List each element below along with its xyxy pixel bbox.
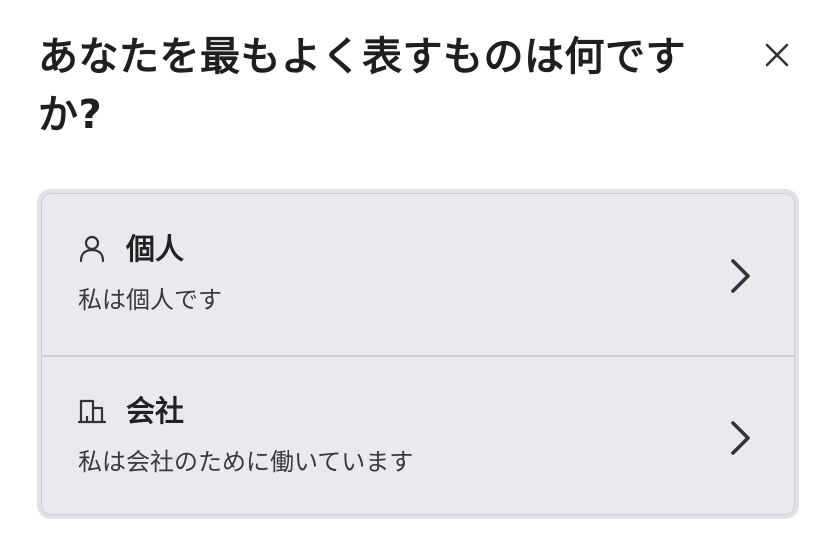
option-company-title: 会社 [126, 394, 185, 428]
option-individual-description: 私は個人です [78, 286, 222, 314]
close-button[interactable] [756, 34, 798, 76]
option-individual-title: 個人 [126, 232, 185, 266]
close-icon [765, 43, 789, 67]
chevron-right-icon [731, 421, 750, 455]
building-icon [78, 399, 106, 424]
options-list: 個人 私は個人です 会社 私は会社のために働いています [41, 193, 795, 515]
option-company-description: 私は会社のために働いています [78, 448, 414, 476]
account-type-dialog: あなたを最もよく表すものは何ですか? 個人 私は個人です 会社 私は会社のために… [0, 0, 826, 544]
option-individual[interactable]: 個人 私は個人です [42, 194, 794, 355]
person-icon [79, 235, 105, 263]
options-card: 個人 私は個人です 会社 私は会社のために働いています [37, 189, 799, 519]
dialog-title: あなたを最もよく表すものは何ですか? [38, 34, 686, 138]
option-company[interactable]: 会社 私は会社のために働いています [42, 356, 794, 515]
chevron-right-icon [731, 259, 750, 293]
